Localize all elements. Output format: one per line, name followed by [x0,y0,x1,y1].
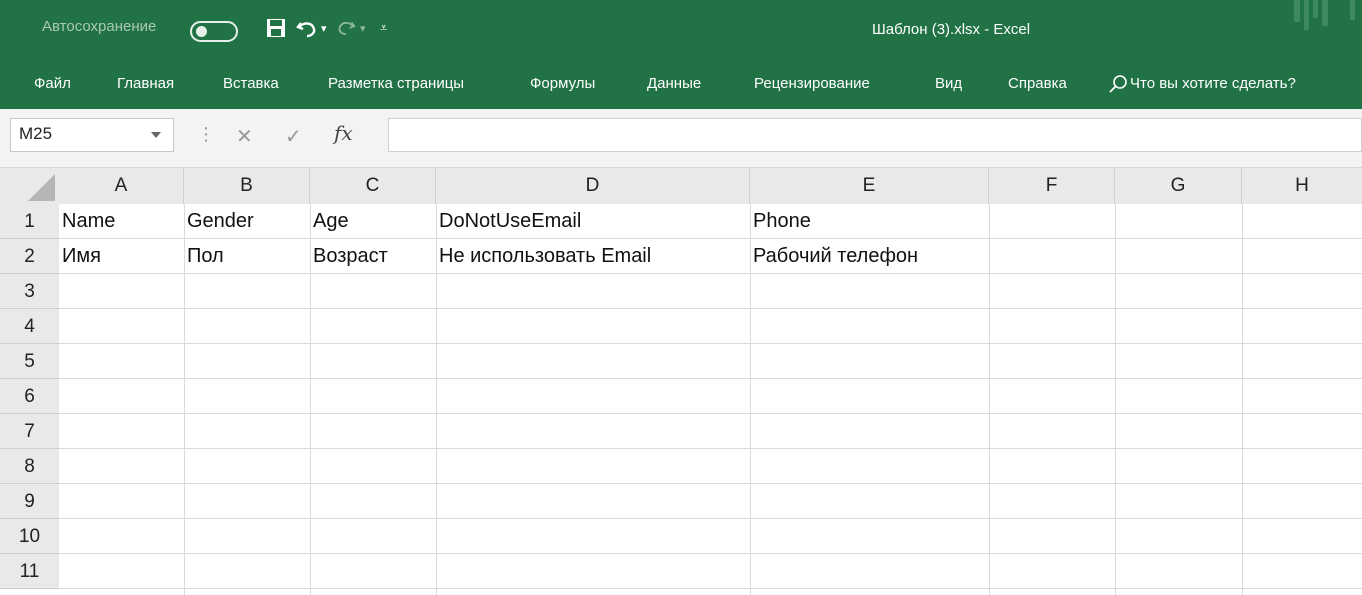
cell-e1[interactable]: Phone [750,210,811,233]
insert-function-icon[interactable]: fx [334,121,353,145]
cell-d1[interactable]: DoNotUseEmail [436,210,581,233]
customize-qat-icon[interactable]: ⩡ [380,20,387,36]
row-header-8[interactable]: 8 [0,449,59,484]
save-icon[interactable] [266,18,286,43]
grid-line [59,553,1362,554]
row-header-6[interactable]: 6 [0,379,59,414]
row-header-4[interactable]: 4 [0,309,59,344]
tab-formulas[interactable]: Формулы [530,75,595,92]
grid-line [59,518,1362,519]
decorative-pattern-icon [1294,0,1355,30]
autosave-toggle[interactable] [190,21,238,42]
cell-b1[interactable]: Gender [184,210,254,233]
row-header-1[interactable]: 1 [0,204,59,239]
row-header-9[interactable]: 9 [0,484,59,519]
undo-icon[interactable] [296,17,318,44]
redo-dropdown-icon[interactable]: ▾ [360,22,366,35]
grid-line [59,308,1362,309]
tab-insert[interactable]: Вставка [223,75,279,92]
column-header-d[interactable]: D [436,168,750,204]
formula-bar-splitter-icon[interactable]: ⋮ [197,124,215,145]
grid-line [59,343,1362,344]
tab-data[interactable]: Данные [647,75,701,92]
grid-line [59,378,1362,379]
tab-help[interactable]: Справка [1008,75,1067,92]
grid-line [59,413,1362,414]
cell-b2[interactable]: Пол [184,245,224,268]
select-all-corner[interactable] [0,168,59,204]
column-header-a[interactable]: A [59,168,184,204]
row-header-3[interactable]: 3 [0,274,59,309]
tab-review[interactable]: Рецензирование [754,75,870,92]
undo-dropdown-icon[interactable]: ▾ [321,22,327,35]
select-all-triangle-icon [28,174,55,201]
column-header-e[interactable]: E [750,168,989,204]
grid-line [1242,204,1243,595]
grid-line [1115,204,1116,595]
cell-a1[interactable]: Name [59,210,115,233]
name-box[interactable]: M25 [10,118,174,152]
tab-home[interactable]: Главная [117,75,174,92]
row-header-7[interactable]: 7 [0,414,59,449]
cell-a2[interactable]: Имя [59,245,101,268]
autosave-label: Автосохранение [42,18,157,35]
column-header-f[interactable]: F [989,168,1115,204]
grid-line [59,238,1362,239]
tab-view[interactable]: Вид [935,75,962,92]
column-header-h[interactable]: H [1242,168,1362,204]
column-header-g[interactable]: G [1115,168,1242,204]
cancel-entry-icon[interactable]: ✕ [236,124,253,149]
column-header-c[interactable]: C [310,168,436,204]
grid-line [59,448,1362,449]
grid-line [59,483,1362,484]
tab-page-layout[interactable]: Разметка страницы [328,75,464,92]
row-header-5[interactable]: 5 [0,344,59,379]
grid-line [59,273,1362,274]
grid-line [989,204,990,595]
row-header-2[interactable]: 2 [0,239,59,274]
cell-d2[interactable]: Не использовать Email [436,245,651,268]
confirm-entry-icon[interactable]: ✓ [285,124,302,149]
chevron-down-icon[interactable] [151,132,161,138]
row-header-11[interactable]: 11 [0,554,59,589]
formula-input[interactable] [388,118,1362,152]
column-header-b[interactable]: B [184,168,310,204]
row-header-10[interactable]: 10 [0,519,59,554]
redo-icon[interactable] [336,17,356,42]
toggle-knob [196,26,207,37]
cell-e2[interactable]: Рабочий телефон [750,245,918,268]
tab-file[interactable]: Файл [34,75,71,92]
tell-me-search[interactable]: Что вы хотите сделать? [1130,75,1296,92]
grid-line [59,588,1362,589]
name-box-value: M25 [19,124,53,143]
document-title: Шаблон (3).xlsx - Excel [872,21,1031,38]
cell-c1[interactable]: Age [310,210,349,233]
cell-c2[interactable]: Возраст [310,245,388,268]
search-icon[interactable] [1108,74,1128,94]
